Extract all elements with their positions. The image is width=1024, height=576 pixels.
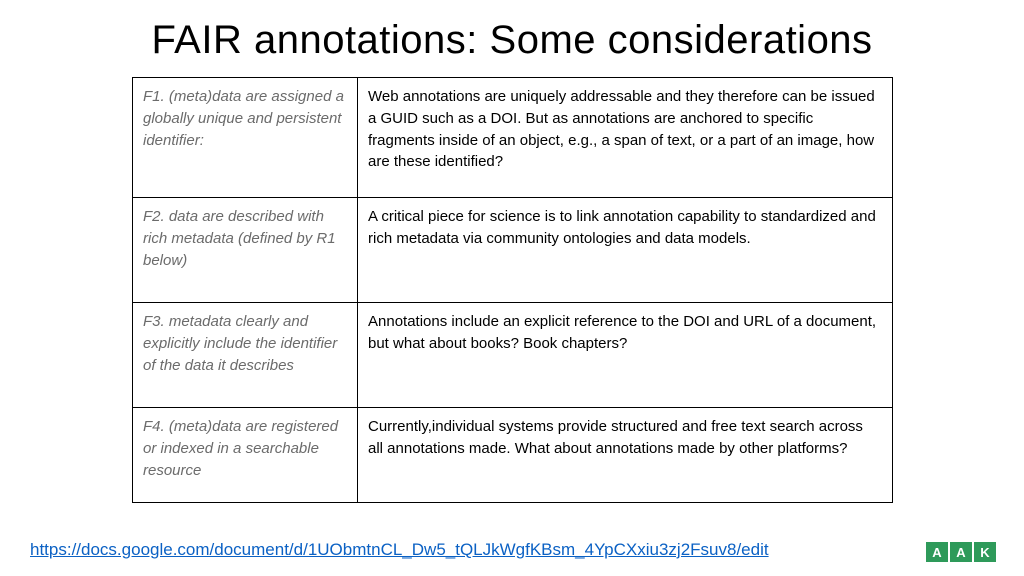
consideration-cell: Currently,individual systems provide str… [358, 408, 893, 503]
table-row: F4. (meta)data are registered or indexed… [133, 408, 893, 503]
consideration-cell: Web annotations are uniquely addressable… [358, 78, 893, 198]
table-row: F1. (meta)data are assigned a globally u… [133, 78, 893, 198]
logo-letter: A [926, 542, 948, 562]
fair-table: F1. (meta)data are assigned a globally u… [132, 77, 892, 503]
slide: FAIR annotations: Some considerations F1… [0, 0, 1024, 576]
logo-letter: A [950, 542, 972, 562]
principle-cell: F1. (meta)data are assigned a globally u… [133, 78, 358, 198]
brand-logo: A A K [924, 542, 996, 562]
principle-cell: F2. data are described with rich metadat… [133, 198, 358, 303]
source-link[interactable]: https://docs.google.com/document/d/1UObm… [30, 540, 769, 560]
consideration-cell: A critical piece for science is to link … [358, 198, 893, 303]
fair-table-grid: F1. (meta)data are assigned a globally u… [132, 77, 893, 503]
consideration-cell: Annotations include an explicit referenc… [358, 303, 893, 408]
table-row: F3. metadata clearly and explicitly incl… [133, 303, 893, 408]
principle-cell: F3. metadata clearly and explicitly incl… [133, 303, 358, 408]
logo-letter: K [974, 542, 996, 562]
table-row: F2. data are described with rich metadat… [133, 198, 893, 303]
slide-title: FAIR annotations: Some considerations [40, 18, 984, 63]
principle-cell: F4. (meta)data are registered or indexed… [133, 408, 358, 503]
